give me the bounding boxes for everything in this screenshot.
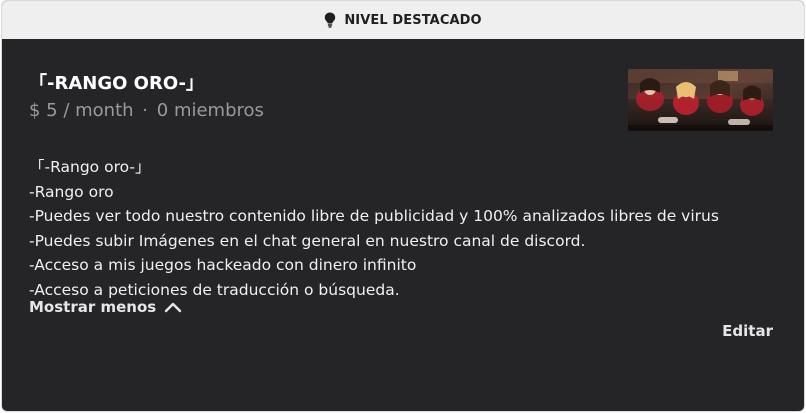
description-line: -Rango oro [29, 182, 114, 201]
featured-banner-label: NIVEL DESTACADO [344, 12, 482, 28]
tier-content: 「-RANGO ORO-」 $ 5 / month · 0 miembros 「… [2, 39, 804, 302]
tier-description: 「-Rango oro-」 -Rango oro -Puedes ver tod… [29, 155, 777, 302]
description-line: -Acceso a mis juegos hackeado con dinero… [29, 256, 417, 274]
meta-separator: · [142, 100, 149, 121]
tier-members: 0 miembros [156, 100, 264, 121]
show-less-label: Mostrar menos [29, 298, 157, 316]
tier-card: NIVEL DESTACADO 「-RANGO ORO-」 $ 5 / mont… [1, 0, 805, 412]
description-line: -Puedes subir Imágenes en el chat genera… [29, 231, 586, 250]
tier-image [628, 69, 773, 131]
description-line: 「-Rango oro-」 [29, 158, 151, 176]
show-less-button[interactable]: Mostrar menos [29, 298, 182, 316]
description-line: -Puedes ver todo nuestro contenido libre… [29, 207, 719, 225]
featured-banner: NIVEL DESTACADO [2, 1, 804, 39]
tier-image-artwork [628, 69, 773, 131]
tier-price: $ 5 / month [29, 100, 134, 121]
lightbulb-icon [325, 12, 336, 28]
chevron-up-icon [164, 302, 182, 313]
edit-button[interactable]: Editar [722, 322, 773, 340]
